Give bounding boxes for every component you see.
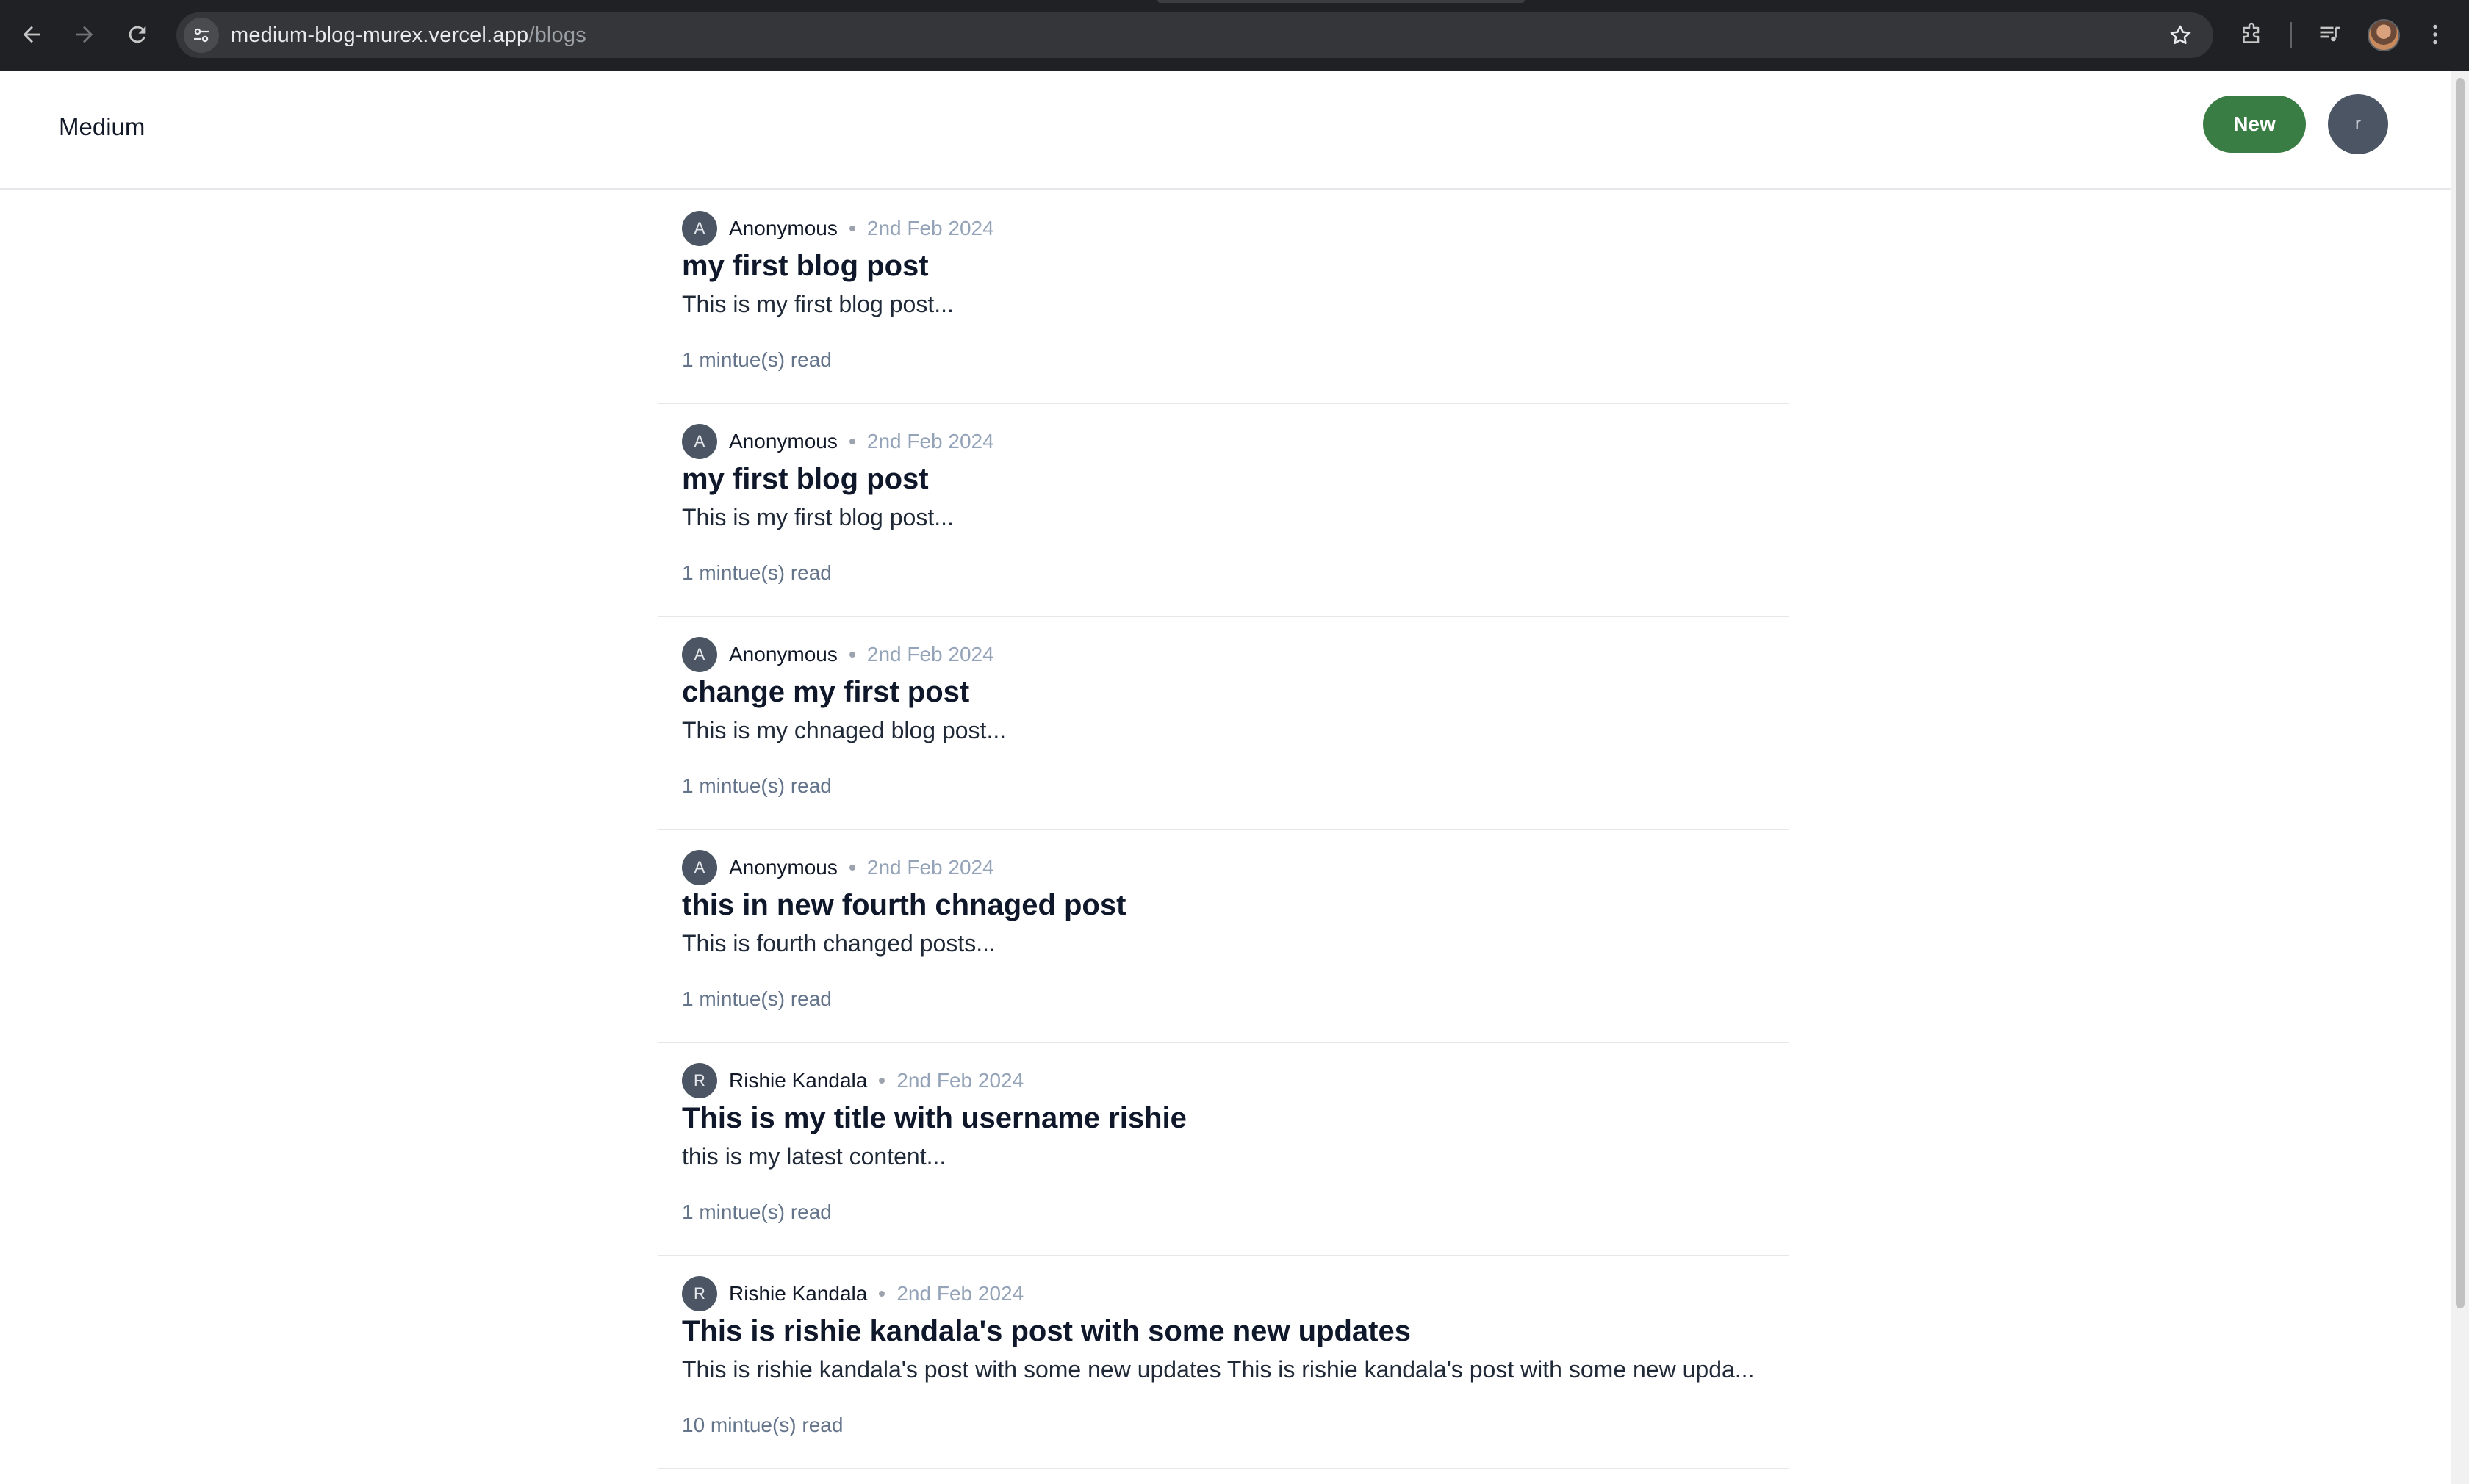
user-avatar[interactable]: r — [2328, 94, 2388, 154]
author-avatar: A — [682, 850, 717, 885]
forward-button[interactable] — [66, 16, 103, 53]
post-meta: A Anonymous 2nd Feb 2024 — [682, 423, 994, 460]
post-excerpt: This is rishie kandala's post with some … — [682, 1356, 1755, 1383]
post-date: 2nd Feb 2024 — [866, 856, 994, 879]
arrow-left-icon — [23, 26, 40, 43]
post-title[interactable]: this in new fourth chnaged post — [682, 889, 1126, 922]
separator-dot — [849, 652, 855, 658]
star-icon — [2170, 25, 2191, 45]
post-meta: A Anonymous 2nd Feb 2024 — [682, 210, 994, 247]
read-time: 10 mintue(s) read — [682, 1413, 844, 1436]
author-name: Anonymous — [729, 643, 838, 666]
post-meta: A Anonymous 2nd Feb 2024 — [682, 849, 994, 886]
scrollbar-thumb[interactable] — [2456, 78, 2465, 1308]
arrow-right-icon — [76, 26, 93, 43]
reload-button[interactable] — [119, 16, 156, 53]
puzzle-icon — [2243, 22, 2260, 43]
separator-dot — [879, 1291, 885, 1297]
site-info-button[interactable] — [184, 18, 219, 53]
author-name: Anonymous — [729, 856, 838, 879]
read-time: 1 mintue(s) read — [682, 774, 832, 797]
address-bar[interactable]: medium-blog-murex.vercel.app/blogs — [176, 12, 2213, 58]
author-avatar: R — [682, 1276, 717, 1311]
extensions-button[interactable] — [2235, 18, 2268, 51]
media-controls-button[interactable] — [2313, 18, 2347, 51]
separator-dot — [849, 226, 855, 231]
read-time: 1 mintue(s) read — [682, 987, 832, 1010]
post-date: 2nd Feb 2024 — [866, 217, 994, 239]
url-host: medium-blog-murex.vercel.app — [231, 24, 529, 47]
blog-card[interactable]: A Anonymous 2nd Feb 2024 change my first… — [658, 617, 1789, 830]
app-header: Medium New r — [0, 71, 2451, 190]
bookmark-button[interactable] — [2165, 20, 2196, 51]
url-path: /blogs — [528, 24, 586, 47]
blog-card[interactable]: R Rishie Kandala 2nd Feb 2024 This is my… — [658, 1043, 1789, 1256]
read-time: 1 mintue(s) read — [682, 561, 832, 584]
author-name: Anonymous — [729, 430, 838, 453]
post-title[interactable]: my first blog post — [682, 463, 929, 496]
post-title[interactable]: change my first post — [682, 676, 969, 709]
post-title[interactable]: This is my title with username rishie — [682, 1102, 1187, 1135]
post-meta: A Anonymous 2nd Feb 2024 — [682, 636, 994, 673]
post-excerpt: This is my first blog post... — [682, 291, 954, 317]
page-scrollbar[interactable] — [2451, 71, 2469, 1484]
post-title[interactable]: This is rishie kandala's post with some … — [682, 1315, 1411, 1348]
author-avatar: A — [682, 424, 717, 459]
chrome-menu-button[interactable] — [2418, 18, 2452, 51]
read-time: 1 mintue(s) read — [682, 1200, 832, 1223]
reload-icon — [129, 26, 146, 43]
author-name: Rishie Kandala — [729, 1069, 868, 1092]
more-vertical-icon — [2433, 24, 2437, 45]
post-excerpt: This is my chnaged blog post... — [682, 717, 1007, 743]
author-avatar: A — [682, 637, 717, 672]
post-meta: R Rishie Kandala 2nd Feb 2024 — [682, 1275, 1024, 1312]
separator-dot — [849, 865, 855, 871]
toolbar-divider — [2290, 22, 2292, 48]
post-date: 2nd Feb 2024 — [896, 1069, 1024, 1092]
tune-icon — [194, 28, 209, 43]
author-name: Rishie Kandala — [729, 1282, 868, 1305]
post-date: 2nd Feb 2024 — [896, 1282, 1024, 1305]
profile-avatar[interactable] — [2368, 19, 2400, 51]
blog-feed: A Anonymous 2nd Feb 2024 my first blog p… — [658, 191, 1789, 1469]
url-text[interactable]: medium-blog-murex.vercel.app/blogs — [231, 12, 586, 58]
author-avatar: A — [682, 211, 717, 246]
queue-music-icon — [2320, 26, 2340, 42]
post-date: 2nd Feb 2024 — [866, 643, 994, 666]
post-excerpt: this is my latest content... — [682, 1143, 946, 1170]
separator-dot — [879, 1078, 885, 1084]
new-post-button[interactable]: New — [2203, 96, 2306, 153]
post-excerpt: This is my first blog post... — [682, 504, 954, 530]
post-title[interactable]: my first blog post — [682, 250, 929, 283]
blog-card[interactable]: R Rishie Kandala 2nd Feb 2024 This is ri… — [658, 1256, 1789, 1469]
active-tab-indicator — [1157, 0, 1525, 3]
post-date: 2nd Feb 2024 — [866, 430, 994, 453]
blog-card[interactable]: A Anonymous 2nd Feb 2024 my first blog p… — [658, 404, 1789, 617]
separator-dot — [849, 439, 855, 444]
author-name: Anonymous — [729, 217, 838, 239]
read-time: 1 mintue(s) read — [682, 348, 832, 371]
back-button[interactable] — [13, 16, 50, 53]
blog-card[interactable]: A Anonymous 2nd Feb 2024 this in new fou… — [658, 830, 1789, 1043]
blog-card[interactable]: A Anonymous 2nd Feb 2024 my first blog p… — [658, 191, 1789, 404]
post-excerpt: This is fourth changed posts... — [682, 930, 996, 957]
browser-toolbar: medium-blog-murex.vercel.app/blogs — [0, 0, 2469, 71]
page-content: Medium New r A Anonymous 2nd Feb 2024 my… — [0, 71, 2451, 1484]
brand-logo[interactable]: Medium — [59, 113, 145, 141]
author-avatar: R — [682, 1063, 717, 1098]
post-meta: R Rishie Kandala 2nd Feb 2024 — [682, 1062, 1024, 1099]
